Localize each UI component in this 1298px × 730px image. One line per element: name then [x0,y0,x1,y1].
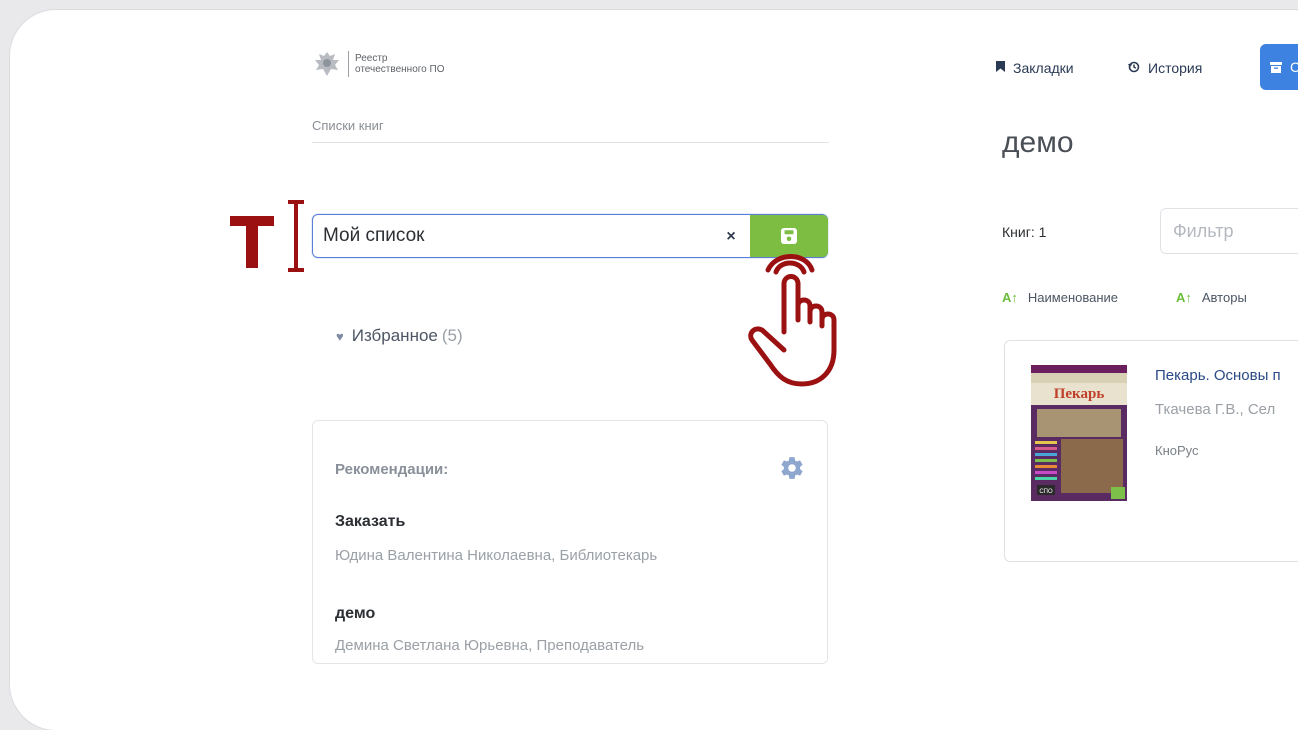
collections-button[interactable]: С [1260,44,1298,90]
sort-asc-icon: А↑ [1002,290,1018,305]
book-authors: Ткачева Г.В., Сел [1155,401,1276,418]
save-icon [781,228,797,244]
logo-separator [348,51,349,77]
recommendation-author: Юдина Валентина Николаевна, Библиотекарь [335,547,658,564]
sort-by-authors[interactable]: А↑ Авторы [1176,290,1247,305]
logo-text: Реестр отечественного ПО [355,53,445,75]
history-icon [1128,61,1140,76]
heart-icon: ♥ [336,328,344,344]
clear-input-button[interactable]: × [718,224,744,250]
favorites-list-item[interactable]: ♥ Избранное (5) [336,326,463,346]
page-title: демо [1002,126,1074,159]
logo-line2: отечественного ПО [355,64,445,75]
sort-by-name[interactable]: А↑ Наименование [1002,290,1118,305]
cover-title: Пекарь [1054,386,1105,402]
app-window: Реестр отечественного ПО Списки книг × [10,10,1298,730]
history-label: История [1148,60,1203,76]
section-title: Списки книг [312,118,384,133]
sort-asc-icon: А↑ [1176,290,1192,305]
recommendation-title[interactable]: Заказать [335,513,405,531]
text-cursor-icon [230,200,304,272]
cover-badge: СПО [1039,489,1053,495]
history-link[interactable]: История [1128,60,1202,76]
logo-line1: Реестр [355,53,388,64]
book-publisher: КноРус [1155,443,1199,458]
book-title[interactable]: Пекарь. Основы п [1155,367,1281,384]
logo[interactable]: Реестр отечественного ПО [312,50,445,78]
bookmarks-label: Закладки [1013,60,1074,76]
collections-button-label: С [1290,59,1298,75]
bookmarks-link[interactable]: Закладки [996,60,1074,76]
book-cover[interactable]: Пекарь СПО [1031,365,1127,501]
recommendation-title[interactable]: демо [335,605,375,623]
favorites-label: Избранное [351,326,438,345]
book-card[interactable]: Пекарь СПО Пекарь. Основы п Ткачева Г.В.… [1004,340,1298,562]
save-list-button[interactable] [750,215,828,257]
filter-input[interactable] [1161,209,1298,253]
coat-of-arms-icon [315,52,339,76]
recommendation-author: Демина Светлана Юрьевна, Преподаватель [335,637,645,654]
archive-icon [1270,61,1282,73]
sort-name-label: Наименование [1027,290,1119,305]
list-name-input[interactable] [313,215,753,257]
sort-authors-label: Авторы [1201,290,1247,305]
gear-icon[interactable] [779,455,805,481]
section-divider [312,142,829,143]
books-count: Книг: 1 [1002,224,1047,240]
pointer-hand-icon [748,254,837,387]
recommendations-card: Рекомендации: Заказать Юдина Валентина Н… [312,420,828,664]
recommendations-title: Рекомендации: [335,461,449,478]
favorites-count: (5) [441,326,463,345]
filter-field [1160,208,1298,254]
bookmark-icon [996,61,1005,75]
